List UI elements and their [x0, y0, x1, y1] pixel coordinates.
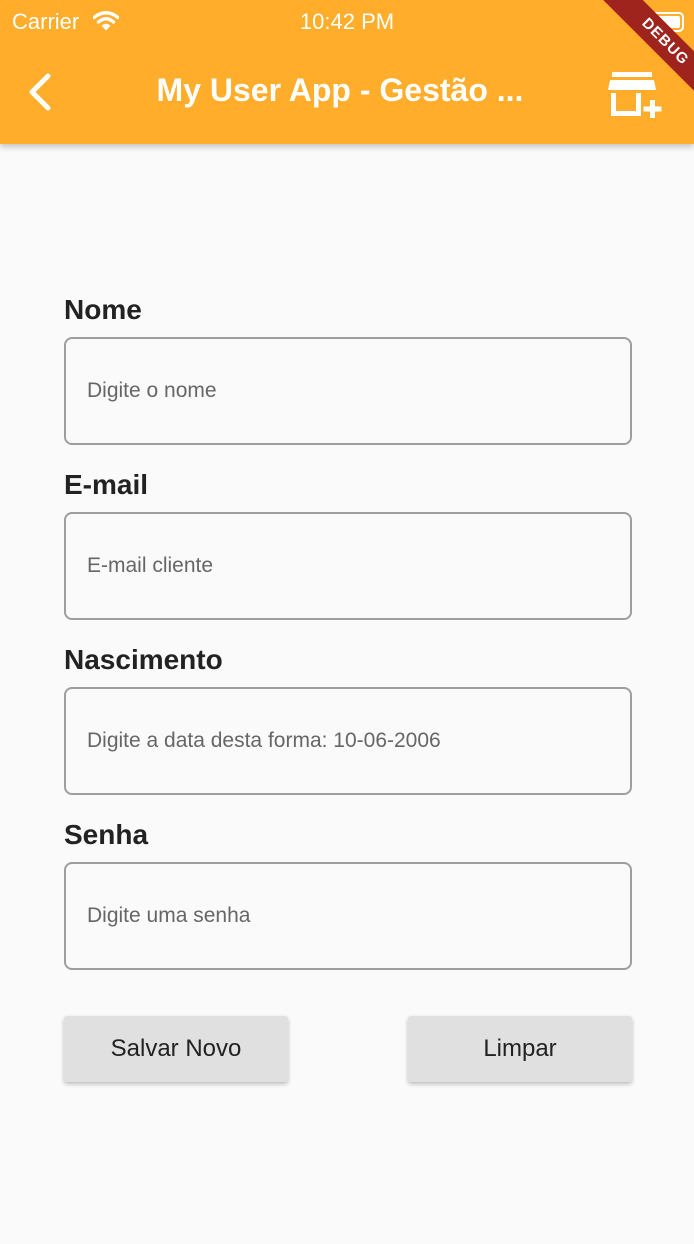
chevron-left-icon — [29, 73, 51, 111]
page-title: My User App - Gestão ... — [156, 72, 524, 108]
form-actions: Salvar Novo Limpar — [64, 1016, 632, 1082]
add-store-icon[interactable] — [608, 70, 668, 120]
email-field[interactable] — [64, 512, 632, 620]
back-button[interactable] — [18, 68, 62, 116]
password-label: Senha — [64, 819, 149, 850]
email-label: E-mail — [64, 469, 149, 500]
status-time: 10:42 PM — [299, 9, 395, 34]
name-label: Nome — [64, 294, 142, 325]
app-bar: Carrier 10:42 PM My User App - Gestão ..… — [0, 0, 694, 144]
user-form: Nome E-mail Nascimento Senha — [64, 290, 632, 990]
status-bar: Carrier 10:42 PM — [0, 0, 694, 42]
name-field[interactable] — [64, 337, 632, 445]
birth-label: Nascimento — [64, 644, 223, 675]
save-new-button[interactable]: Salvar Novo — [64, 1016, 288, 1082]
birth-field[interactable] — [64, 687, 632, 795]
password-field[interactable] — [64, 862, 632, 970]
clear-button[interactable]: Limpar — [408, 1016, 632, 1082]
